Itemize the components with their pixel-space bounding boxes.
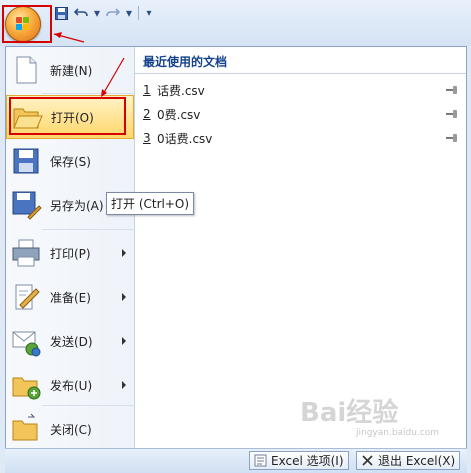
divider <box>135 73 466 74</box>
submenu-arrow-icon <box>122 337 126 345</box>
menu-commands: 新建(N) 打开(O) 保存(S) 另存为(A) 打印(P) 准备(E) 发送(… <box>6 47 135 455</box>
divider <box>42 93 134 94</box>
undo-dropdown-icon[interactable]: ▾ <box>94 6 100 20</box>
menu-item-save[interactable]: 保存(S) <box>6 139 134 183</box>
recent-item-name: 0费.csv <box>157 107 201 122</box>
save-as-icon <box>10 189 42 221</box>
excel-options-label: Excel 选项(I) <box>271 454 344 468</box>
recent-item[interactable]: 2 0费.csv <box>143 105 458 123</box>
submenu-arrow-icon <box>122 249 126 257</box>
menu-item-label: 准备(E) <box>50 290 91 305</box>
menu-item-print[interactable]: 打印(P) <box>6 231 134 275</box>
recent-item[interactable]: 1 话费.csv <box>143 81 458 99</box>
open-tooltip: 打开 (Ctrl+O) <box>106 192 195 215</box>
menu-item-send[interactable]: 发送(D) <box>6 319 134 363</box>
menu-item-publish[interactable]: 发布(U) <box>6 363 134 407</box>
pin-icon[interactable] <box>446 85 458 95</box>
exit-excel-label: 退出 Excel(X) <box>378 454 456 468</box>
save-icon[interactable] <box>54 6 68 20</box>
options-icon <box>254 454 267 467</box>
menu-item-label: 关闭(C) <box>50 422 92 437</box>
divider <box>42 405 134 406</box>
submenu-arrow-icon <box>122 293 126 301</box>
exit-excel-button[interactable]: 退出 Excel(X) <box>356 451 461 470</box>
recent-item-name: 0话费.csv <box>157 131 213 146</box>
menu-item-label: 新建(N) <box>50 63 93 78</box>
watermark: Bai经验 <box>300 398 399 428</box>
menu-item-label: 打印(P) <box>50 246 91 261</box>
divider <box>42 229 134 230</box>
menu-item-label: 另存为(A) <box>50 198 104 213</box>
new-document-icon <box>10 54 42 86</box>
menu-item-close[interactable]: 关闭(C) <box>6 407 134 451</box>
menu-footer: Excel 选项(I) 退出 Excel(X) <box>5 448 467 473</box>
menu-item-label: 发布(U) <box>50 378 93 393</box>
recent-item-name: 话费.csv <box>157 83 205 98</box>
save-icon <box>10 145 42 177</box>
submenu-arrow-icon <box>122 381 126 389</box>
recent-documents-header: 最近使用的文档 <box>143 55 228 69</box>
recent-item-number: 1 <box>143 83 151 97</box>
menu-item-new[interactable]: 新建(N) <box>6 48 134 92</box>
publish-icon <box>10 369 42 401</box>
redo-dropdown-icon[interactable]: ▾ <box>126 6 132 20</box>
redo-icon[interactable] <box>106 6 120 20</box>
menu-item-prepare[interactable]: 准备(E) <box>6 275 134 319</box>
close-icon <box>361 454 374 467</box>
pin-icon[interactable] <box>446 133 458 143</box>
send-icon <box>10 325 42 357</box>
recent-item[interactable]: 3 0话费.csv <box>143 129 458 147</box>
excel-options-button[interactable]: Excel 选项(I) <box>249 451 349 470</box>
close-folder-icon <box>10 413 42 445</box>
quick-access-toolbar: ▾ ▾ ▾ <box>0 0 471 46</box>
undo-icon[interactable] <box>74 6 88 20</box>
menu-item-label: 保存(S) <box>50 154 91 169</box>
separator <box>138 6 139 20</box>
recent-item-number: 2 <box>143 107 151 121</box>
menu-item-label: 发送(D) <box>50 334 93 349</box>
pin-icon[interactable] <box>446 109 458 119</box>
annotation-box-office-button <box>2 5 52 43</box>
print-icon <box>10 237 42 269</box>
recent-item-number: 3 <box>143 131 151 145</box>
annotation-box-open <box>9 97 126 135</box>
prepare-icon <box>10 281 42 313</box>
customize-icon[interactable]: ▾ <box>145 6 153 20</box>
watermark-sub: jingyan.baidu.com <box>356 428 440 438</box>
